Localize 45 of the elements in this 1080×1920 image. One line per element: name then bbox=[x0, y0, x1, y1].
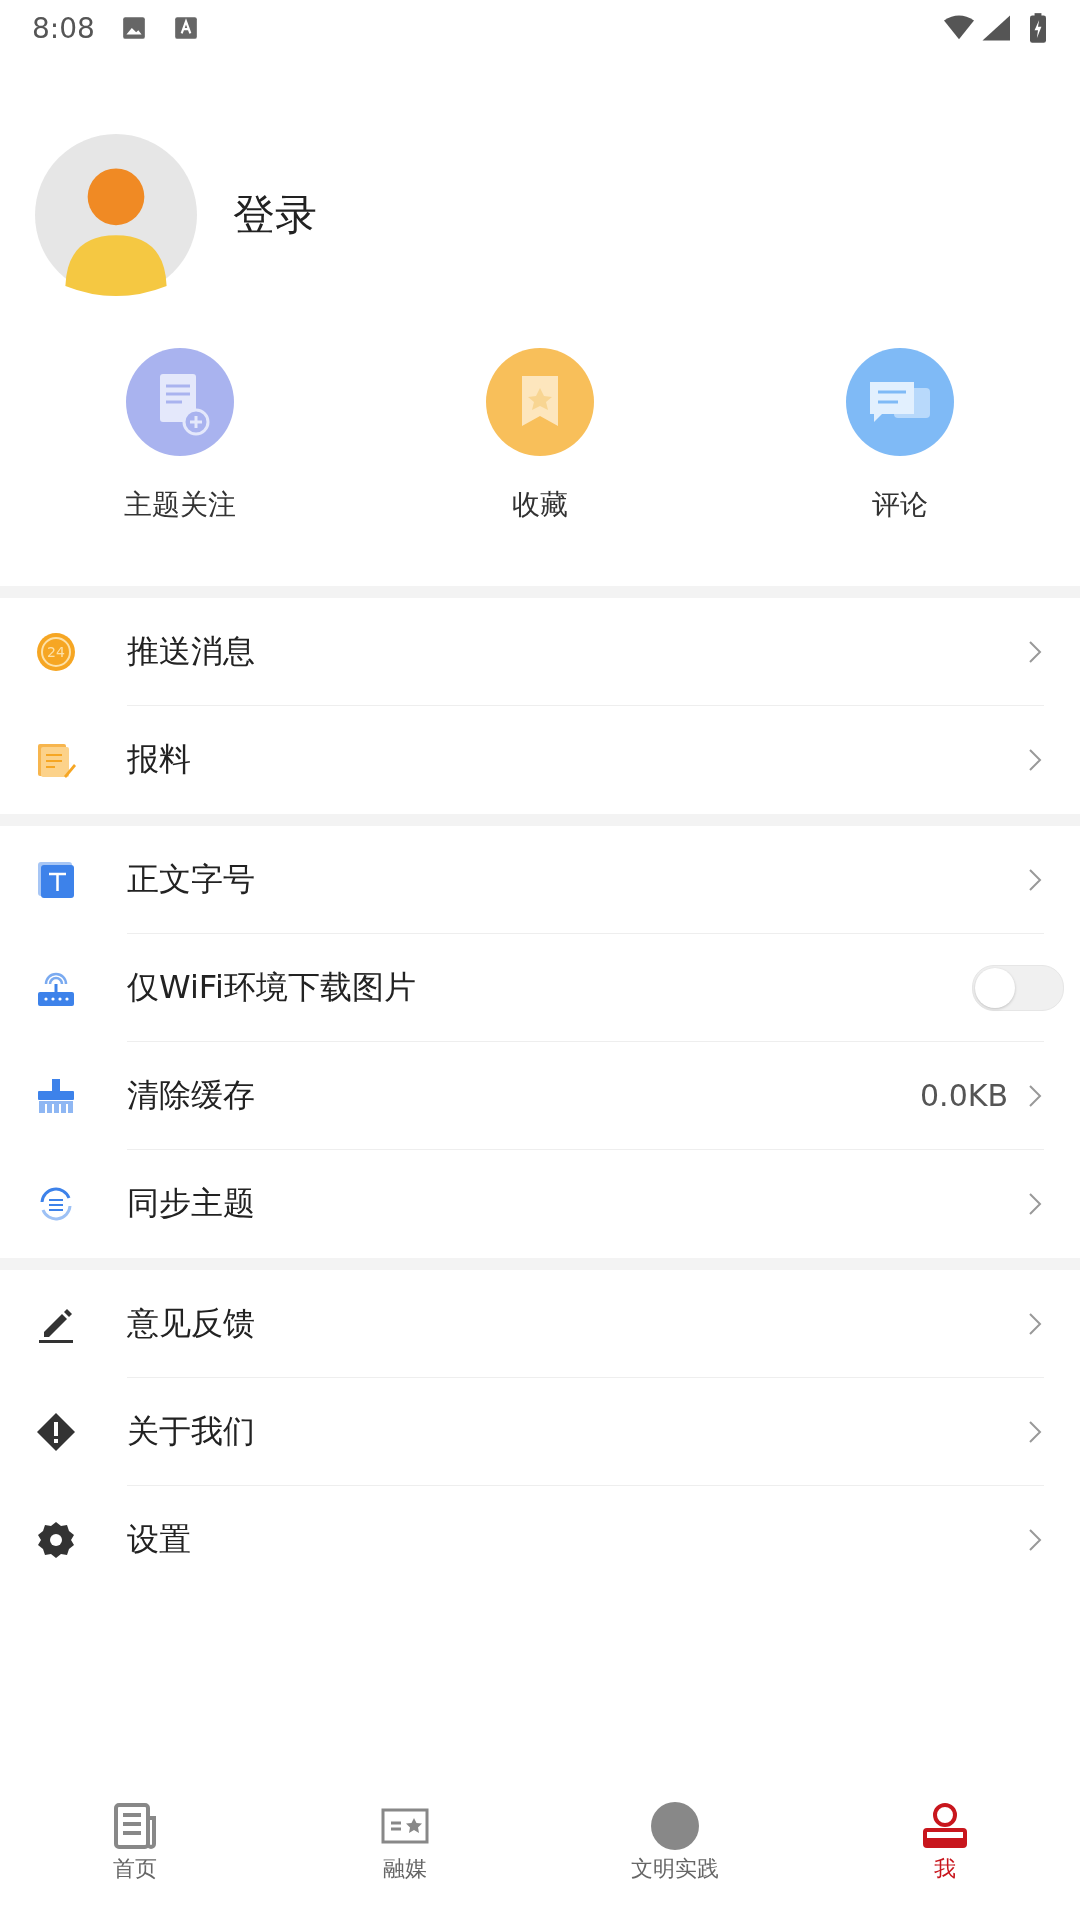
toggle-switch[interactable] bbox=[972, 964, 1064, 1011]
chevron-right-icon[interactable] bbox=[1028, 1528, 1042, 1552]
circle-icon bbox=[651, 1802, 699, 1850]
nav-tab[interactable]: 首页 bbox=[0, 1802, 270, 1912]
chevron-right-icon[interactable] bbox=[1028, 639, 1042, 664]
settings-icon bbox=[36, 1520, 76, 1560]
nav-tab[interactable]: 融媒 bbox=[270, 1802, 540, 1912]
menu-item-label[interactable]: 正文字号 bbox=[127, 857, 1008, 902]
menu-item-label[interactable]: 设置 bbox=[127, 1518, 1008, 1562]
shortcut-label[interactable]: 收藏 bbox=[512, 486, 568, 524]
menu-item-label[interactable]: 关于我们 bbox=[127, 1409, 1008, 1454]
menu-item-label[interactable]: 同步主题 bbox=[127, 1182, 1008, 1226]
clock-icon: 24 bbox=[36, 632, 76, 672]
menu-item-label[interactable]: 意见反馈 bbox=[127, 1301, 1008, 1346]
nav-tab[interactable]: 文明实践 bbox=[540, 1802, 810, 1912]
login-link[interactable]: 登录 bbox=[233, 187, 317, 243]
comment-icon[interactable] bbox=[846, 348, 954, 456]
shortcut-label[interactable]: 评论 bbox=[872, 486, 928, 524]
font-size-icon bbox=[36, 860, 76, 900]
nav-tab[interactable]: 我 bbox=[810, 1802, 1080, 1912]
avatar[interactable] bbox=[35, 134, 197, 296]
menu-item-label[interactable]: 推送消息 bbox=[127, 629, 1008, 674]
bookmark-icon[interactable] bbox=[486, 348, 594, 456]
chevron-right-icon[interactable] bbox=[1028, 748, 1042, 772]
chevron-right-icon[interactable] bbox=[1028, 1311, 1042, 1336]
chevron-right-icon[interactable] bbox=[1028, 1419, 1042, 1444]
document-add-icon[interactable] bbox=[126, 348, 234, 456]
shortcut-label[interactable]: 主题关注 bbox=[124, 486, 236, 524]
menu-item-label[interactable]: 清除缓存 bbox=[127, 1073, 901, 1118]
brush-icon bbox=[36, 1076, 76, 1116]
wifi-icon bbox=[944, 15, 974, 41]
menu-item-label[interactable]: 仅WiFi环境下载图片 bbox=[127, 965, 952, 1010]
battery-icon bbox=[1030, 13, 1046, 43]
chevron-right-icon[interactable] bbox=[1028, 867, 1042, 892]
status-time: 8:08 bbox=[32, 11, 95, 45]
newspaper-icon bbox=[111, 1802, 159, 1850]
cache-size: 0.0KB bbox=[920, 1078, 1008, 1113]
chevron-right-icon[interactable] bbox=[1028, 1083, 1042, 1108]
person-icon bbox=[921, 1802, 969, 1850]
menu-item-label[interactable]: 报料 bbox=[127, 738, 1008, 782]
keyboard-icon bbox=[172, 15, 199, 41]
signal-icon bbox=[980, 15, 1010, 41]
chevron-right-icon[interactable] bbox=[1028, 1192, 1042, 1216]
warning-icon bbox=[36, 1412, 76, 1452]
image-icon bbox=[120, 15, 147, 41]
